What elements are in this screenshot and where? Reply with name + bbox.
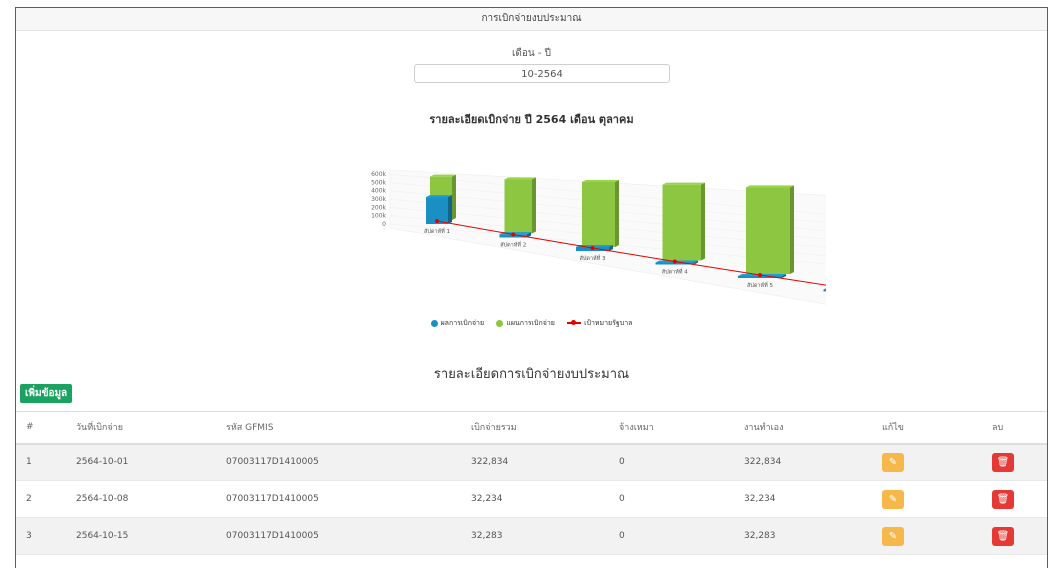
target-point (435, 219, 439, 223)
plan-bar (662, 184, 701, 261)
cell-self: 32,234 (744, 494, 776, 504)
col-header-edit: แก้ไข (882, 423, 904, 434)
edit-button[interactable]: ✎ (882, 452, 904, 472)
trash-icon: 🗑 (996, 493, 1010, 505)
x-tick-label: สัปดาห์ที่ 5 (747, 281, 774, 289)
target-point (672, 259, 677, 264)
y-tick-label: 300k (371, 196, 386, 203)
x-tick-label: สัปดาห์ที่ 4 (662, 268, 689, 276)
chart-legend: ผลการเบิกจ่าย แผนการเบิกจ่าย เป้าหมายรัฐ… (16, 318, 1047, 329)
edit-icon: ✎ (888, 456, 898, 468)
plan-bar-side (532, 177, 536, 234)
plan-bar-top (746, 185, 794, 188)
plan-bar-side (615, 180, 619, 247)
legend-actual-label: ผลการเบิกจ่าย (440, 319, 485, 327)
delete-button[interactable]: 🗑 (992, 526, 1014, 546)
col-header-total: เบิกจ่ายรวม (471, 423, 517, 434)
plan-bar-top (430, 174, 456, 177)
cell-date: 2564-10-01 (76, 457, 129, 468)
target-point (590, 246, 595, 250)
plan-bar-top (504, 177, 536, 180)
plan-bar-top (582, 180, 619, 182)
cell-delete: 🗑 (982, 481, 1047, 518)
panel-heading: การเบิกจ่ายงบประมาณ (16, 8, 1047, 31)
month-year-label: เดือน - ปี (511, 48, 552, 59)
legend-item-plan[interactable]: แผนการเบิกจ่าย (496, 318, 555, 329)
cell-total: 322,834 (471, 457, 509, 468)
y-tick-label: 0 (382, 221, 386, 228)
cell-number: 1 (26, 457, 32, 468)
section-title: รายละเอียดการเบิกจ่ายงบประมาณ (433, 367, 630, 382)
col-header-self: งานทำเอง (744, 423, 784, 434)
disbursement-chart: 0100k 200k300k400k 500k600k สัปดาห์ที่ 1 สัป… (371, 169, 826, 305)
plan-bar-side (701, 182, 705, 261)
delete-button[interactable]: 🗑 (992, 452, 1014, 472)
x-tick-label: สัปดาห์ที่ 3 (579, 254, 606, 262)
plan-bar-top (662, 182, 705, 185)
target-point (511, 232, 516, 237)
cell-total: 32,234 (471, 494, 503, 504)
cell-gfmis: 07003117D1410005 (226, 494, 319, 504)
col-header-number: # (26, 422, 34, 433)
edit-button[interactable]: ✎ (882, 489, 904, 509)
cell-contract: 0 (619, 494, 625, 504)
trash-icon: 🗑 (996, 456, 1010, 468)
plan-bar (746, 187, 790, 274)
col-header-contract: จ้างเหมา (619, 423, 654, 434)
plan-bar-side (452, 174, 456, 220)
target-point (758, 273, 762, 277)
delete-button[interactable]: 🗑 (992, 489, 1014, 509)
actual-bar-top (426, 195, 452, 198)
chart-title: รายละเอียดเบิกจ่าย ปี 2564 เดือน ตุลาคม (429, 113, 634, 126)
cell-edit: ✎ (872, 444, 982, 481)
plan-bar (582, 182, 615, 247)
legend-plan-label: แผนการเบิกจ่าย (506, 319, 555, 327)
trash-icon: 🗑 (996, 530, 1010, 542)
cell-edit: ✎ (872, 481, 982, 518)
legend-target-marker (567, 320, 582, 325)
col-header-delete: ลบ (992, 423, 1004, 434)
y-tick-label: 100k (371, 213, 386, 220)
y-tick-label: 500k (371, 179, 386, 186)
y-tick-label: 200k (371, 204, 386, 211)
edit-icon: ✎ (888, 493, 898, 505)
budget-panel: การเบิกจ่ายงบประมาณ เดือน - ปี 10-2564 ร… (15, 7, 1048, 568)
plan-bar-side (790, 185, 794, 274)
legend-target-label: เป้าหมายรัฐบาล (584, 319, 633, 327)
add-data-button[interactable]: เพิ่มข้อมูล (20, 384, 73, 403)
edit-icon: ✎ (888, 530, 898, 542)
col-header-gfmis: รหัส GFMIS (226, 423, 274, 434)
legend-actual-marker (430, 319, 438, 327)
y-tick-label: 400k (371, 188, 386, 195)
table-row: 2 2564-10-08 07003117D1410005 32,234 0 3… (16, 481, 1047, 518)
x-tick-label: สัปดาห์ที่ 1 (424, 227, 450, 235)
col-header-date: วันที่เบิกจ่าย (76, 423, 123, 434)
table-header-row: # วันที่เบิกจ่าย รหัส GFMIS เบิกจ่ายรวม … (16, 411, 1047, 444)
disbursement-table: # วันที่เบิกจ่าย รหัส GFMIS เบิกจ่ายรวม … (16, 411, 1047, 555)
actual-bar (823, 289, 826, 292)
y-tick-label: 600k (371, 171, 386, 178)
edit-button[interactable]: ✎ (882, 526, 904, 546)
cell-delete: 🗑 (982, 444, 1047, 481)
cell-number: 2 (26, 494, 32, 504)
x-tick-label: สัปดาห์ที่ 2 (500, 241, 526, 249)
plan-bar (504, 179, 532, 234)
legend-plan-marker (496, 319, 504, 327)
cell-self: 322,834 (744, 457, 782, 468)
legend-item-actual[interactable]: ผลการเบิกจ่าย (430, 318, 485, 329)
cell-gfmis: 07003117D1410005 (226, 457, 319, 468)
actual-bar-side (448, 195, 452, 224)
table-row: 1 2564-10-01 07003117D1410005 322,834 0 … (16, 443, 1047, 481)
legend-item-target[interactable]: เป้าหมายรัฐบาล (567, 318, 632, 329)
month-year-input[interactable]: 10-2564 (414, 64, 670, 83)
cell-contract: 0 (619, 457, 625, 468)
cell-date: 2564-10-08 (76, 494, 129, 504)
